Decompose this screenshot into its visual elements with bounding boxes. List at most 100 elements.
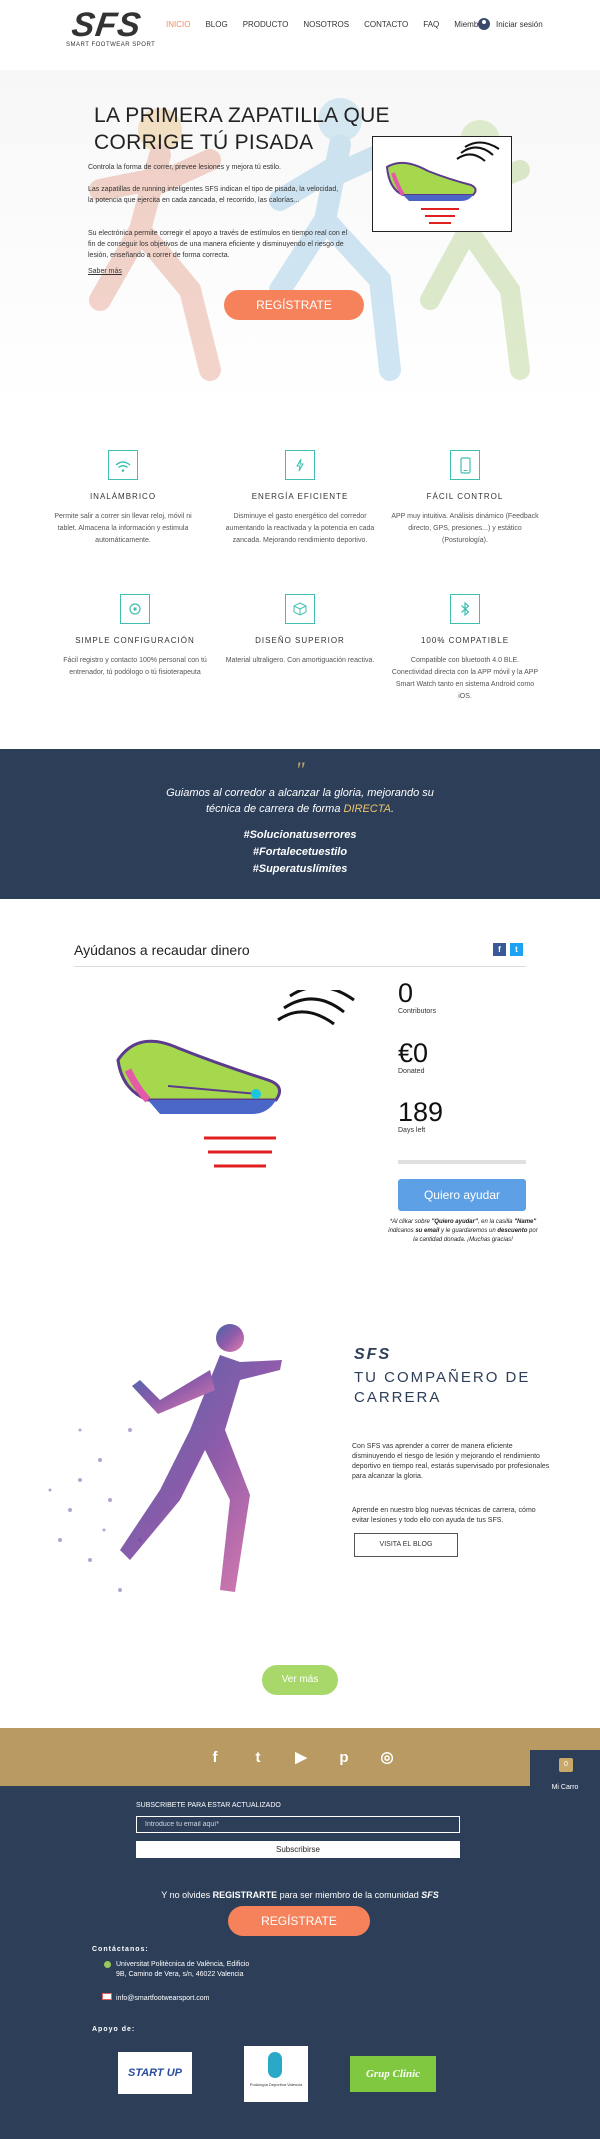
fundraise-progress-bar xyxy=(398,1160,526,1164)
divider xyxy=(74,966,526,967)
hero-paragraph-1: Las zapatillas de running inteligentes S… xyxy=(88,186,339,204)
wifi-icon xyxy=(108,450,138,480)
footer-register-button[interactable]: REGÍSTRATE xyxy=(228,1906,370,1936)
join-brand: SFS xyxy=(421,1890,439,1900)
cart-label: Mi Carro xyxy=(551,1784,579,1791)
address-line-1: Universitat Politècnica de València, Edi… xyxy=(116,1961,250,1968)
visit-blog-button[interactable]: VISITA EL BLOG xyxy=(354,1533,458,1557)
note-bold: su email xyxy=(415,1228,440,1234)
nav-inicio[interactable]: INICIO xyxy=(166,20,190,29)
phone-icon xyxy=(450,450,480,480)
sponsor-name: Podología Deportiva Valencia xyxy=(249,2082,303,2087)
sponsor-name: Grup Clinic xyxy=(365,2068,421,2080)
smart-shoe-icon xyxy=(385,141,500,224)
feature-compatible: 100% COMPATIBLE Compatible con bluetooth… xyxy=(390,594,540,703)
join-bold: REGISTRARTE xyxy=(212,1890,278,1900)
feature-desc: Permite salir a correr sin llevar reloj,… xyxy=(54,513,192,544)
subscribe-button[interactable]: Subscribirse xyxy=(136,1841,460,1858)
join-community-text: Y no olvides REGISTRARTE para ser miembr… xyxy=(0,1890,600,1900)
note-text: *Al clikar sobre xyxy=(389,1219,432,1225)
feature-title: FÁCIL CONTROL xyxy=(426,492,504,501)
contributors-label: Contributors xyxy=(398,1008,437,1015)
subscribe-title: SUBSCRIBETE PARA ESTAR ACTUALIZADO xyxy=(136,1802,281,1809)
nav-producto[interactable]: PRODUCTO xyxy=(243,20,289,29)
sponsor-name: START UP xyxy=(128,2067,182,2079)
feature-desc: Material ultraligero. Con amortiguación … xyxy=(225,657,375,664)
companion-paragraph-1: Con SFS vas aprender a correr de manera … xyxy=(352,1443,550,1480)
hashtag-1: #Solucionatuserrores xyxy=(243,829,357,841)
email-field[interactable] xyxy=(136,1816,460,1833)
site-footer: SUBSCRIBETE PARA ESTAR ACTUALIZADO Subsc… xyxy=(0,1786,600,2139)
quote-line-2: técnica de carrera de forma DIRECTA. xyxy=(0,801,600,817)
login-label: Iniciar sesión xyxy=(496,19,543,29)
companion-title: TU COMPAÑERO DE CARRERA xyxy=(354,1369,531,1406)
quiero-ayudar-button[interactable]: Quiero ayudar xyxy=(398,1179,526,1211)
pinterest-icon[interactable]: p xyxy=(333,1747,355,1769)
fundraise-note: *Al clikar sobre "Quiero ayudar", en la … xyxy=(386,1218,540,1245)
location-icon xyxy=(104,1961,111,1968)
main-nav: INICIO BLOG PRODUCTO NOSOTROS CONTACTO F… xyxy=(166,20,504,29)
smart-shoe-large-icon xyxy=(116,990,355,1168)
logo[interactable]: SFS xyxy=(69,6,143,45)
nav-blog[interactable]: BLOG xyxy=(205,20,227,29)
days-left-label: Days left xyxy=(398,1127,426,1134)
hashtag-3: #Superatuslímites xyxy=(252,863,348,875)
feature-desc: Disminuye el gasto energético del corred… xyxy=(225,513,375,544)
hero-register-button[interactable]: REGÍSTRATE xyxy=(224,290,364,320)
sponsor-startup-logo[interactable]: START UP xyxy=(118,2052,192,2094)
note-text: indicanos xyxy=(388,1228,416,1234)
note-bold: "Quiero ayudar" xyxy=(431,1219,478,1225)
note-bold: descuento xyxy=(497,1228,528,1234)
note-text: y le guardaremos un xyxy=(439,1228,498,1234)
feature-energia: ENERGÍA EFICIENTE Disminuye el gasto ene… xyxy=(225,450,375,547)
hashtag-2: #Fortalecetuestilo xyxy=(252,846,348,858)
lightning-icon xyxy=(285,450,315,480)
feature-title: INALÁMBRICO xyxy=(89,492,157,501)
feature-desc: Compatible con bluetooth 4.0 BLE. Conect… xyxy=(391,657,539,700)
sponsor-grupclinic-logo[interactable]: Grup Clinic xyxy=(350,2056,436,2092)
logo-tagline: SMART FOOTWEAR SPORT xyxy=(66,42,156,48)
donated-label: Donated xyxy=(398,1068,425,1075)
donated-amount: €0 xyxy=(398,1038,429,1068)
hero-section: LA PRIMERA ZAPATILLA QUE CORRIGE TÚ PISA… xyxy=(0,70,600,410)
facebook-share-icon[interactable]: f xyxy=(493,943,506,956)
user-icon xyxy=(478,18,490,30)
quote-line-1: Guiamos al corredor a alcanzar la gloria… xyxy=(166,787,434,799)
ver-mas-button[interactable]: Ver más xyxy=(262,1665,338,1695)
site-header: SFS SMART FOOTWEAR SPORT INICIO BLOG PRO… xyxy=(0,0,600,54)
quote-band: " Guiamos al corredor a alcanzar la glor… xyxy=(0,749,600,899)
note-bold: "Name" xyxy=(514,1219,537,1225)
feature-title: 100% COMPATIBLE xyxy=(420,636,510,645)
nav-nosotros[interactable]: NOSOTROS xyxy=(303,20,349,29)
settings-icon xyxy=(120,594,150,624)
instagram-icon[interactable]: ◎ xyxy=(376,1747,398,1769)
join-text: para ser miembro de la comunidad xyxy=(277,1890,422,1900)
contact-email[interactable]: info@smartfootwearsport.com xyxy=(116,1994,209,2004)
feature-control: FÁCIL CONTROL APP muy intuitiva. Análisi… xyxy=(390,450,540,547)
bluetooth-icon xyxy=(450,594,480,624)
twitter-share-icon[interactable]: t xyxy=(510,943,523,956)
twitter-icon[interactable]: t xyxy=(247,1747,269,1769)
facebook-icon[interactable]: f xyxy=(204,1747,226,1769)
feature-title: DISEÑO SUPERIOR xyxy=(255,636,345,645)
mail-icon xyxy=(102,1993,112,2000)
feature-inalambrico: INALÁMBRICO Permite salir a correr sin l… xyxy=(48,450,198,547)
days-left-count: 189 xyxy=(398,1097,444,1127)
nav-contacto[interactable]: CONTACTO xyxy=(364,20,408,29)
quote-line-2-end: . xyxy=(390,803,395,815)
hero-paragraph-2: Su electrónica permite corregir el apoyo… xyxy=(88,230,348,259)
join-text: Y no olvides xyxy=(161,1890,213,1900)
address-line-2: 9B, Camino de Vera, s/n, 46022 Valencia xyxy=(116,1971,244,1978)
foot-icon xyxy=(268,2052,282,2078)
note-text: , en la casilla xyxy=(477,1219,515,1225)
login-link[interactable]: Iniciar sesión xyxy=(478,18,543,30)
youtube-icon[interactable]: ▶ xyxy=(290,1747,312,1769)
saber-mas-link[interactable]: Saber más xyxy=(88,268,122,275)
quote-text: Guiamos al corredor a alcanzar la gloria… xyxy=(0,785,600,817)
support-title: Apoyo de: xyxy=(92,2026,136,2033)
nav-faq[interactable]: FAQ xyxy=(423,20,439,29)
sponsor-podologia-logo[interactable]: Podología Deportiva Valencia xyxy=(244,2046,308,2102)
feature-configuracion: SIMPLE CONFIGURACIÓN Fácil registro y co… xyxy=(60,594,210,679)
feature-title: ENERGÍA EFICIENTE xyxy=(251,492,349,501)
cart-widget[interactable]: 0 Mi Carro xyxy=(530,1750,600,1806)
